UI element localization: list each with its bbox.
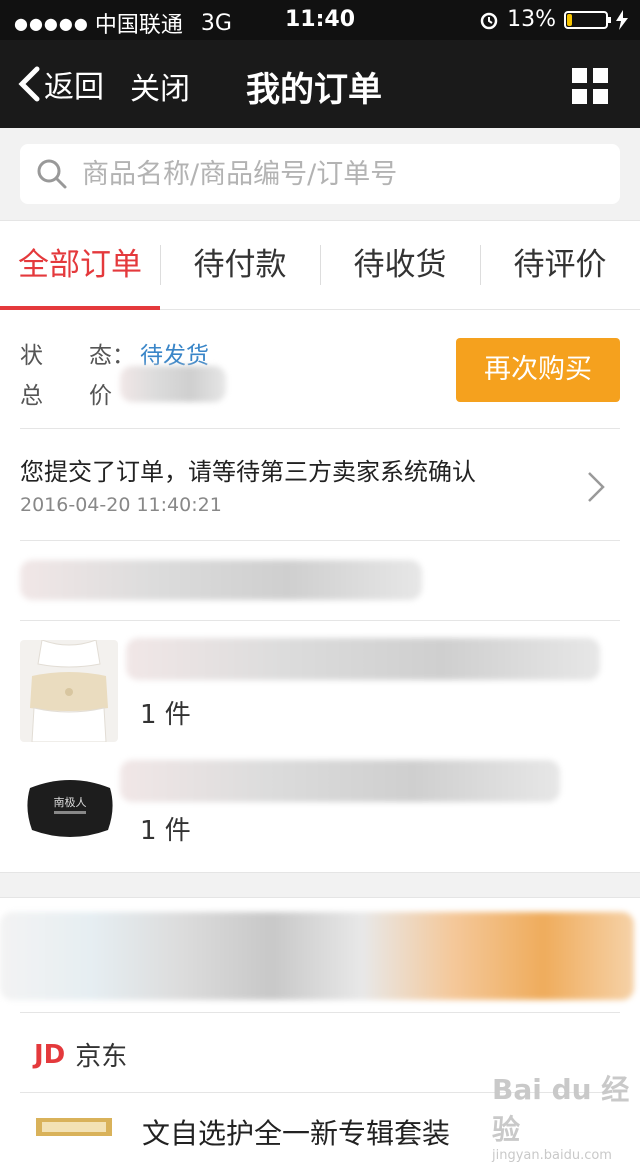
order-header-redacted (0, 912, 634, 1000)
divider (20, 540, 620, 541)
back-label: 返回 (44, 70, 104, 105)
active-tab-indicator (0, 306, 160, 310)
status-value: 待发货 (140, 343, 209, 369)
status-right: 13% (479, 7, 628, 32)
battery-icon (564, 10, 611, 29)
status-bar: ●●●●● 中国联通 3G 11:40 13% (0, 0, 640, 40)
grid-menu-icon[interactable] (572, 68, 608, 104)
battery-percent: 13% (507, 7, 556, 32)
tracking-time: 2016-04-20 11:40:21 (20, 494, 222, 516)
rebuy-button[interactable]: 再次购买 (456, 338, 620, 402)
product-thumbnail-waist-belt (20, 640, 118, 742)
product-thumbnail-black-belt: 南极人 (24, 774, 116, 842)
search-box[interactable] (20, 144, 620, 204)
grid-cell (593, 68, 608, 83)
charging-icon (616, 9, 628, 30)
grid-cell (572, 89, 587, 104)
item-quantity: 1 件 (140, 816, 191, 846)
status-label: 状 态： (20, 343, 135, 369)
close-button[interactable]: 关闭 (130, 64, 190, 108)
shop-row[interactable]: JD 京东 (34, 1036, 127, 1073)
total-label: 总 价 (20, 383, 112, 409)
search-input[interactable] (80, 157, 584, 191)
order-tabs: 全部订单 待付款 待收货 待评价 (0, 220, 640, 310)
jd-logo-icon: JD (34, 1039, 66, 1070)
watermark-text: Bai du 经验 (492, 1073, 630, 1146)
divider (20, 428, 620, 429)
grid-cell (593, 89, 608, 104)
watermark-url: jingyan.baidu.com (492, 1148, 612, 1163)
section-gap (0, 872, 640, 898)
alarm-icon (480, 12, 498, 29)
product-title: 文自选护全一新专辑套装 (142, 1117, 451, 1150)
tab-all-orders[interactable]: 全部订单 (0, 221, 160, 309)
shop-name: 京东 (75, 1042, 128, 1072)
tab-pending-receipt[interactable]: 待收货 (320, 221, 480, 309)
back-button[interactable]: 返回 (18, 62, 104, 106)
product-thumbnail-box (36, 1118, 112, 1136)
product-title-redacted (120, 760, 560, 802)
item-quantity: 1 件 (140, 700, 191, 730)
svg-text:南极人: 南极人 (54, 795, 87, 809)
grid-cell (572, 68, 587, 83)
chevron-left-icon (18, 66, 40, 102)
divider (20, 620, 620, 621)
product-title-redacted (126, 638, 600, 680)
battery-fill (567, 13, 572, 26)
nav-bar: 返回 关闭 我的订单 (0, 40, 640, 128)
search-bar (0, 128, 640, 220)
chevron-right-icon (588, 472, 605, 502)
tracking-message: 您提交了订单，请等待第三方卖家系统确认 (20, 458, 476, 486)
divider (20, 1012, 620, 1013)
total-value-redacted (120, 366, 226, 402)
search-icon (37, 159, 67, 189)
tab-pending-payment[interactable]: 待付款 (160, 221, 320, 309)
shop-name-redacted (20, 560, 422, 600)
watermark: Bai du 经验 jingyan.baidu.com (492, 1068, 640, 1163)
tab-pending-review[interactable]: 待评价 (480, 221, 640, 309)
page-title: 我的订单 (246, 70, 382, 110)
